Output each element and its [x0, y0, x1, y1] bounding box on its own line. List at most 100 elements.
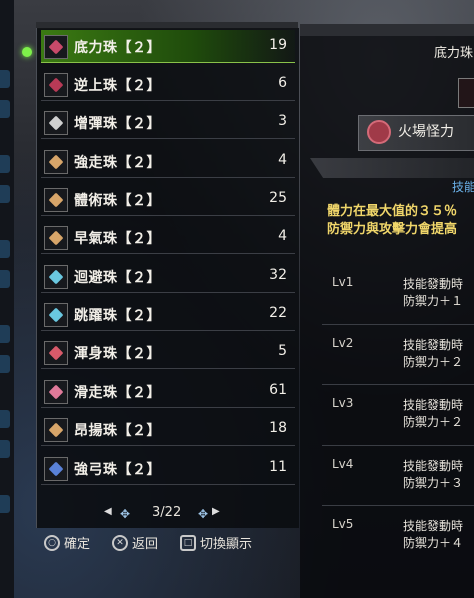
level-effect-line-2: 防禦力＋３ — [403, 476, 464, 490]
list-item[interactable]: 逆上珠【２】 6 — [41, 68, 295, 101]
level-divider — [322, 324, 474, 325]
item-count: 19 — [269, 37, 287, 53]
item-name: 體術珠【２】 — [74, 193, 161, 209]
dpad-right-icon: ✥ — [197, 507, 209, 521]
list-item[interactable]: 昂揚珠【２】 18 — [41, 413, 295, 446]
gem-color-swatch — [48, 154, 64, 170]
decoration-gem-icon — [44, 341, 68, 365]
decoration-gem-icon — [44, 150, 68, 174]
left-edge-strip — [0, 0, 14, 598]
item-name: 底力珠【２】 — [74, 40, 161, 56]
item-count: 4 — [278, 152, 287, 168]
level-effect-line-2: 防禦力＋２ — [403, 355, 464, 369]
detail-ornament — [310, 158, 474, 178]
circle-button-icon: ○ — [44, 534, 60, 551]
item-count: 6 — [278, 75, 287, 91]
page-total: 22 — [164, 505, 182, 520]
list-item[interactable]: 滑走珠【２】 61 — [41, 375, 295, 408]
level-effect-line-1: 技能發動時 — [403, 459, 464, 473]
page-right-arrow-icon[interactable]: ▶ — [212, 506, 220, 517]
level-divider — [322, 505, 474, 506]
item-count: 5 — [278, 343, 287, 359]
detail-gem-icon — [458, 78, 474, 108]
decoration-gem-icon — [44, 303, 68, 327]
decoration-gem-icon — [44, 188, 68, 212]
strip-marker — [0, 410, 10, 428]
toggle-display-button[interactable]: □ 切換顯示 — [180, 533, 252, 552]
item-name: 滑走珠【２】 — [74, 385, 161, 401]
decoration-gem-icon — [44, 226, 68, 250]
page-indicator: ◀ ✥ 3/22 ✥ ▶ — [104, 505, 224, 525]
list-item[interactable]: 底力珠【２】 19 — [41, 30, 295, 63]
item-name: 渾身珠【２】 — [74, 346, 161, 362]
dpad-left-icon: ✥ — [119, 507, 131, 521]
page-counter: 3/22 — [152, 505, 181, 520]
list-item[interactable]: 強弓珠【２】 11 — [41, 452, 295, 485]
page-left-arrow-icon[interactable]: ◀ — [104, 506, 112, 517]
gem-color-swatch — [48, 307, 64, 323]
decoration-gem-icon — [44, 457, 68, 481]
item-count: 3 — [278, 113, 287, 129]
list-item[interactable]: 早氣珠【２】 4 — [41, 221, 295, 254]
decoration-gem-icon — [44, 73, 68, 97]
list-item[interactable]: 渾身珠【２】 5 — [41, 336, 295, 369]
level-effect-line-1: 技能發動時 — [403, 519, 464, 533]
item-name: 強弓珠【２】 — [74, 462, 161, 478]
skill-name: 火場怪力 — [398, 124, 454, 140]
gem-color-swatch — [48, 269, 64, 285]
gem-color-swatch — [48, 384, 64, 400]
item-name: 強走珠【２】 — [74, 155, 161, 171]
confirm-button[interactable]: ○ 確定 — [44, 533, 90, 552]
level-effect-line-1: 技能發動時 — [403, 398, 464, 412]
toggle-label: 切換顯示 — [200, 537, 253, 552]
strip-marker — [0, 240, 10, 258]
item-name: 逆上珠【２】 — [74, 78, 161, 94]
cross-button-icon: ✕ — [112, 534, 128, 551]
gem-color-swatch — [48, 77, 64, 93]
back-label: 返回 — [132, 537, 159, 552]
back-button[interactable]: ✕ 返回 — [112, 533, 158, 552]
item-name: 增彈珠【２】 — [74, 116, 161, 132]
level-effect-line-2: 防禦力＋１ — [403, 294, 464, 308]
detail-title: 底力珠【 — [434, 46, 474, 61]
item-name: 迴避珠【２】 — [74, 270, 161, 286]
skill-level-row: Lv5 技能發動時 防禦力＋４ — [330, 517, 474, 561]
gem-color-swatch — [48, 345, 64, 361]
item-name: 昂揚珠【２】 — [74, 423, 161, 439]
level-divider — [322, 445, 474, 446]
decoration-gem-icon — [44, 380, 68, 404]
item-count: 4 — [278, 228, 287, 244]
level-effect-line-2: 防禦力＋２ — [403, 415, 464, 429]
list-item[interactable]: 跳躍珠【２】 22 — [41, 298, 295, 331]
list-item[interactable]: 體術珠【２】 25 — [41, 183, 295, 216]
strip-marker — [0, 100, 10, 118]
strip-marker — [0, 70, 10, 88]
item-name: 跳躍珠【２】 — [74, 308, 161, 324]
level-label: Lv3 — [332, 396, 354, 410]
list-item[interactable]: 強走珠【２】 4 — [41, 145, 295, 178]
item-count: 18 — [269, 420, 287, 436]
square-button-icon: □ — [180, 534, 196, 551]
decoration-gem-icon — [44, 35, 68, 59]
strip-marker — [0, 495, 10, 513]
skill-description: 體力在最大值的３５％ 防禦力與攻擊力會提高 — [327, 203, 457, 239]
level-label: Lv1 — [332, 275, 354, 289]
detail-top-frame — [300, 24, 474, 36]
gem-color-swatch — [48, 461, 64, 477]
strip-marker — [0, 440, 10, 458]
level-effect-line-1: 技能發動時 — [403, 277, 464, 291]
item-count: 61 — [269, 382, 287, 398]
skill-level-row: Lv1 技能發動時防禦力＋１ — [330, 275, 474, 319]
list-item[interactable]: 增彈珠【２】 3 — [41, 106, 295, 139]
level-effect-line-1: 技能發動時 — [403, 338, 464, 352]
decoration-gem-icon — [44, 111, 68, 135]
confirm-label: 確定 — [64, 537, 91, 552]
item-count: 22 — [269, 305, 287, 321]
list-item[interactable]: 迴避珠【２】 32 — [41, 260, 295, 293]
skill-tab-label: 技能 — [452, 180, 474, 194]
strip-marker — [0, 270, 10, 288]
skill-level-row: Lv3 技能發動時防禦力＋２ — [330, 396, 474, 440]
item-count: 32 — [269, 267, 287, 283]
desc-line-2: 防禦力與攻擊力會提高 — [327, 222, 458, 237]
level-label: Lv2 — [332, 336, 354, 350]
